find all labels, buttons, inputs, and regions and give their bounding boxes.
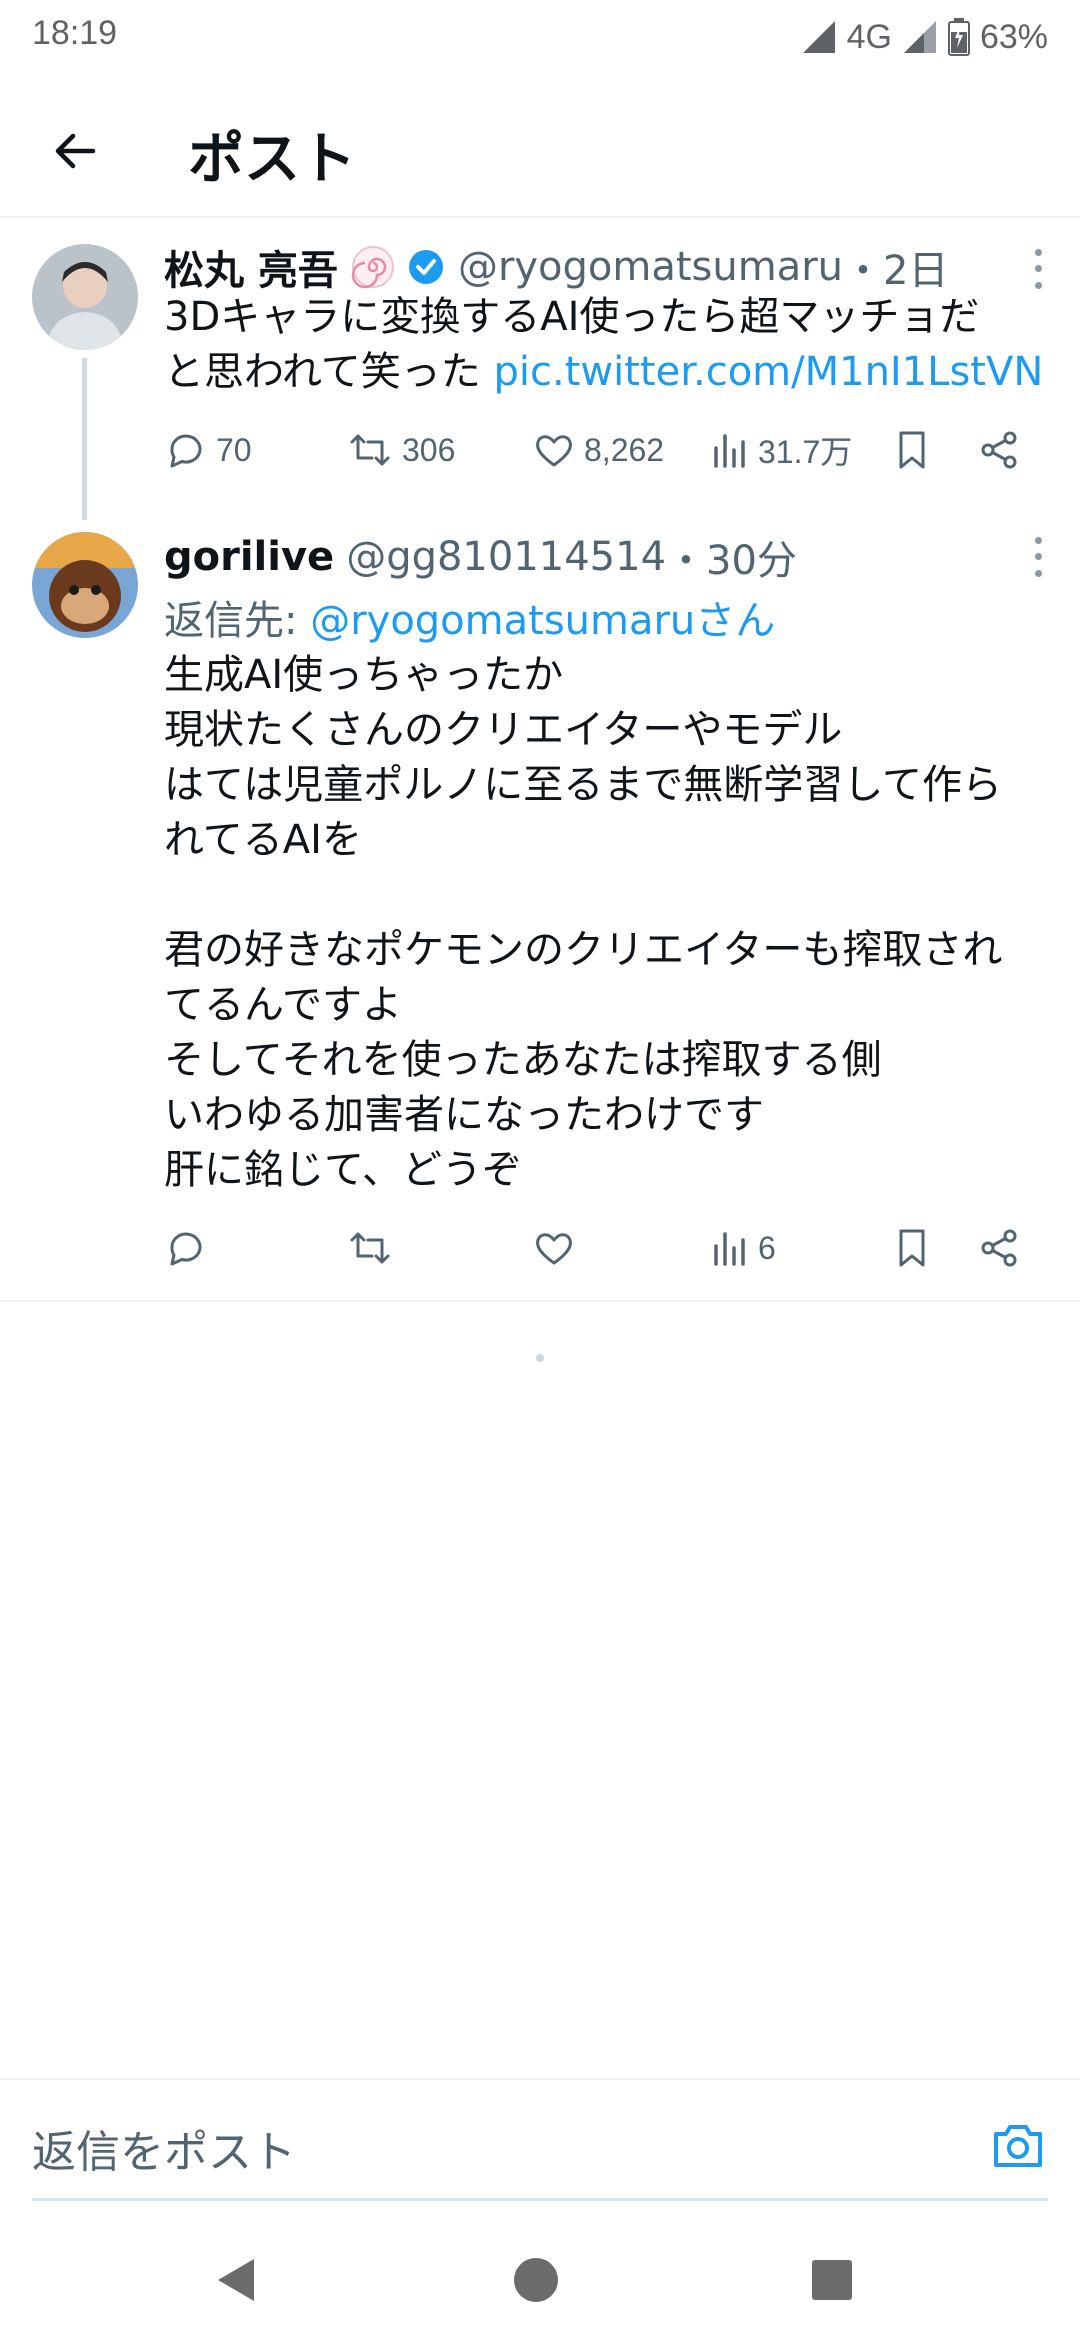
post-time: ・2日 — [843, 248, 949, 294]
signal-icon — [802, 21, 835, 53]
views-chart-icon — [714, 434, 745, 468]
top-app-bar: ポスト — [0, 76, 1080, 218]
nav-back-button[interactable] — [206, 2250, 266, 2310]
tweet-meta: 松丸 亮吾 @ryogomatsumaru ・2日 — [164, 238, 1020, 296]
more-options-button[interactable] — [1028, 532, 1048, 582]
reply-input-underline — [32, 2198, 1048, 2201]
tweet-text-line: 3Dキャラに変換するAI使ったら超マッチョだ — [164, 294, 980, 340]
reply-icon — [170, 434, 202, 468]
tweet-text-line: と思われて笑った — [164, 349, 494, 395]
retweet-button[interactable]: 306 — [346, 420, 455, 480]
triangle-back-icon — [218, 2259, 254, 2301]
post-time: ・30分 — [666, 538, 797, 584]
retweet-icon — [350, 434, 390, 466]
views-button[interactable]: 31.7万 — [710, 420, 852, 480]
main-tweet[interactable]: 松丸 亮吾 @ryogomatsumaru ・2日 3Dキャラに変換するAI使っ… — [0, 220, 1080, 520]
reply-to-line: 返信先: @ryogomatsumaruさん — [164, 588, 775, 646]
reply-count: 70 — [216, 431, 252, 468]
tweet-actions: 70 306 8,262 31.7万 — [0, 420, 1080, 480]
status-indicators: 4G 63% — [801, 12, 1048, 62]
more-options-button[interactable] — [1028, 244, 1048, 294]
page-title: ポスト — [188, 127, 356, 190]
like-button[interactable] — [532, 1218, 576, 1278]
reply-input[interactable]: 返信をポスト — [32, 2116, 296, 2180]
reply-to-label: 返信先: — [164, 598, 311, 644]
view-count: 6 — [758, 1229, 776, 1266]
view-count: 31.7万 — [758, 434, 853, 470]
battery-level: 63% — [979, 17, 1048, 56]
reply-button[interactable]: 70 — [164, 420, 252, 480]
network-type: 4G — [846, 17, 892, 56]
reply-to-link[interactable]: @ryogomatsumaruさん — [310, 598, 775, 644]
like-button[interactable]: 8,262 — [532, 420, 664, 480]
tweet-actions: 6 — [0, 1218, 1080, 1278]
reply-composer: 返信をポスト — [0, 2078, 1080, 2201]
verified-badge-icon — [408, 250, 443, 284]
share-icon — [981, 1229, 1017, 1267]
retweet-button[interactable] — [346, 1218, 394, 1278]
display-name[interactable]: gorilive — [164, 534, 334, 580]
tweet-text: 3Dキャラに変換するAI使ったら超マッチョだ と思われて笑った pic.twit… — [164, 290, 1060, 400]
user-handle[interactable]: @ryogomatsumaru — [458, 244, 843, 290]
system-nav-bar — [0, 2220, 1080, 2340]
nav-home-button[interactable] — [506, 2250, 566, 2310]
avatar[interactable] — [32, 532, 138, 638]
divider — [0, 1300, 1080, 1302]
like-count: 8,262 — [584, 431, 665, 468]
battery-icon — [947, 18, 970, 56]
heart-icon — [536, 435, 572, 467]
square-recents-icon — [812, 2260, 852, 2300]
tweet-text: 生成AI使っちゃったか 現状たくさんのクリエイターやモデル はては児童ポルノに至… — [164, 652, 1003, 1193]
reply-icon — [170, 1232, 202, 1266]
tweet-meta: gorilive @gg810114514 ・30分 — [164, 528, 1020, 586]
reply-tweet[interactable]: gorilive @gg810114514 ・30分 返信先: @ryogoma… — [0, 520, 1080, 1300]
back-button[interactable] — [40, 116, 110, 186]
retweet-count: 306 — [402, 431, 456, 468]
share-button[interactable] — [978, 420, 1022, 480]
retweet-icon — [350, 1232, 390, 1264]
share-button[interactable] — [978, 1218, 1022, 1278]
status-time: 18:19 — [32, 14, 118, 52]
display-name[interactable]: 松丸 亮吾 — [164, 238, 338, 296]
bookmark-button[interactable] — [892, 1218, 932, 1278]
views-button[interactable]: 6 — [710, 1218, 776, 1278]
heart-icon — [536, 1233, 572, 1265]
naruto-emoji-icon — [351, 246, 394, 289]
reply-button[interactable] — [164, 1218, 208, 1278]
user-handle[interactable]: @gg810114514 — [346, 534, 666, 580]
nav-recents-button[interactable] — [802, 2250, 862, 2310]
status-bar: 18:19 4G 63% — [0, 0, 1080, 76]
bookmark-icon — [899, 1229, 925, 1267]
views-chart-icon — [714, 1232, 745, 1266]
signal-icon-secondary — [903, 21, 936, 53]
circle-home-icon — [514, 2258, 558, 2302]
media-link[interactable]: pic.twitter.com/M1nI1LstVN — [494, 349, 1044, 395]
avatar[interactable] — [32, 244, 138, 350]
bookmark-button[interactable] — [892, 420, 932, 480]
arrow-left-icon — [55, 133, 96, 169]
share-icon — [981, 431, 1017, 469]
bookmark-icon — [899, 431, 925, 469]
camera-icon — [994, 2125, 1042, 2167]
camera-button[interactable] — [988, 2116, 1048, 2176]
loading-indicator — [536, 1354, 544, 1362]
